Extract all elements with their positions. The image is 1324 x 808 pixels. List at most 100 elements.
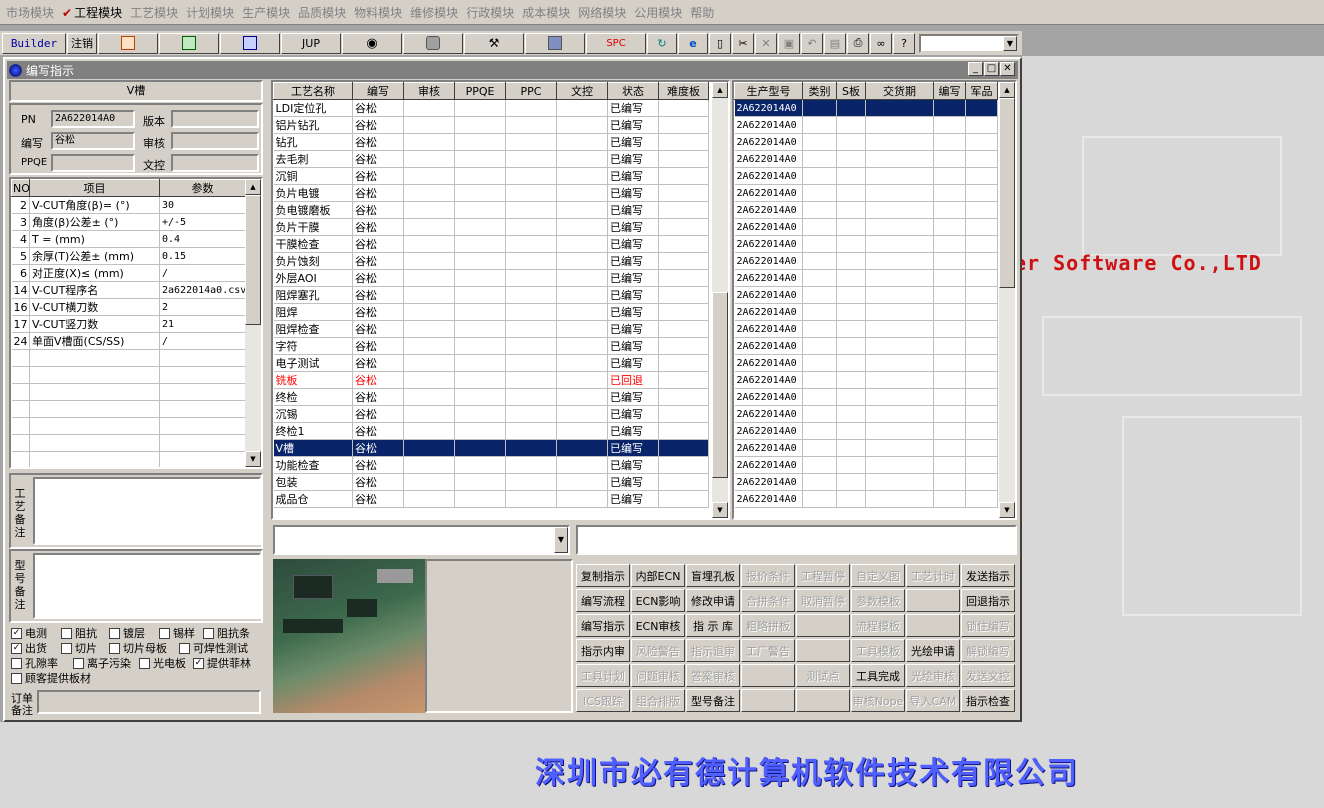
action-button[interactable] <box>796 689 850 712</box>
doc-control-field[interactable] <box>171 154 259 172</box>
param-value[interactable]: / <box>159 264 246 282</box>
column-header[interactable]: S板 <box>836 82 866 100</box>
jup-button[interactable]: JUP <box>281 32 341 54</box>
scroll-up-icon[interactable]: ▲ <box>245 179 261 195</box>
action-button[interactable]: ECN影响 <box>631 589 685 612</box>
checkbox-empty-icon[interactable] <box>73 657 84 669</box>
action-button[interactable]: 粗略拼板 <box>741 614 795 637</box>
action-button[interactable]: ICS跟踪 <box>576 689 630 712</box>
print-button[interactable]: ⎙ <box>847 32 869 54</box>
review-field[interactable] <box>171 132 259 150</box>
table-row[interactable]: 14 V-CUT程序名 2a622014a0.csv <box>11 281 246 299</box>
menu-item[interactable]: 成本模块 <box>520 4 576 21</box>
version-field[interactable] <box>171 110 259 128</box>
action-button[interactable]: 答案审核 <box>686 664 740 687</box>
params-scrollbar[interactable]: ▲ ▼ <box>245 179 261 467</box>
action-button[interactable]: 导入CAM <box>906 689 960 712</box>
checkbox-empty-icon[interactable] <box>139 657 150 669</box>
checkbox-empty-icon[interactable] <box>109 627 120 639</box>
menu-item[interactable]: 物料模块 <box>352 4 408 21</box>
table-row[interactable]: 2A622014A0 <box>734 371 998 389</box>
writer-field[interactable]: 谷松 <box>51 132 135 150</box>
table-row[interactable]: 2A622014A0 <box>734 354 998 372</box>
action-button[interactable]: 解锁编写 <box>961 639 1015 662</box>
table-row[interactable]: 2A622014A0 <box>734 405 998 423</box>
option-checkbox[interactable]: ✓ 提供菲林 <box>193 655 251 671</box>
minimize-button[interactable]: _ <box>968 62 983 76</box>
option-checkbox[interactable]: 阻抗 <box>61 625 97 641</box>
table-row[interactable]: 2A622014A0 <box>734 422 998 440</box>
checkbox-empty-icon[interactable] <box>179 642 190 654</box>
close-button[interactable]: ✕ <box>1000 62 1015 76</box>
action-button[interactable]: 流程模板 <box>851 614 905 637</box>
table-row[interactable]: 2A622014A0 <box>734 456 998 474</box>
column-header[interactable]: 状态 <box>607 82 659 100</box>
action-button[interactable]: 工厂警告 <box>741 639 795 662</box>
table-row[interactable]: 外层AOI 谷松 已编写 <box>273 269 709 287</box>
action-button[interactable]: 工具计划 <box>576 664 630 687</box>
action-button[interactable]: 盲埋孔板 <box>686 564 740 587</box>
process-scrollbar[interactable]: ▲ ▼ <box>712 82 728 518</box>
column-header[interactable]: 编写 <box>352 82 404 100</box>
process-note-field[interactable] <box>33 477 261 545</box>
checkbox-empty-icon[interactable] <box>109 642 120 654</box>
action-button[interactable]: 指示内审 <box>576 639 630 662</box>
action-button[interactable]: 参数模板 <box>851 589 905 612</box>
delete-button[interactable]: ✕ <box>755 32 777 54</box>
chevron-down-icon[interactable]: ▼ <box>1003 35 1017 51</box>
table-row[interactable]: 5 余厚(T)公差± (mm) 0.15 <box>11 247 246 265</box>
logout-button[interactable]: 注销 <box>67 32 97 54</box>
action-button[interactable]: 工具完成 <box>851 664 905 687</box>
action-button[interactable]: 编写流程 <box>576 589 630 612</box>
scroll-thumb[interactable] <box>999 98 1015 288</box>
toolbar-combo[interactable]: ▼ <box>919 33 1019 53</box>
table-row[interactable]: 负片干膜 谷松 已编写 <box>273 218 709 236</box>
action-button[interactable]: 光绘申请 <box>906 639 960 662</box>
param-value[interactable]: +/-5 <box>159 213 246 231</box>
table-row[interactable]: 终检1 谷松 已编写 <box>273 422 709 440</box>
model-scrollbar[interactable]: ▲ ▼ <box>999 82 1015 518</box>
help-button[interactable]: ? <box>893 32 915 54</box>
new-button[interactable]: ▯ <box>709 32 731 54</box>
column-header[interactable]: 工艺名称 <box>273 82 353 100</box>
table-row[interactable]: 24 单面V槽面(CS/SS) / <box>11 332 246 350</box>
table-row[interactable]: 2A622014A0 <box>734 286 998 304</box>
view-button[interactable]: ◉ <box>342 32 402 54</box>
scroll-down-icon[interactable]: ▼ <box>712 502 728 518</box>
column-header[interactable]: PPC <box>505 82 557 100</box>
param-value[interactable]: 0.4 <box>159 230 246 248</box>
table-row[interactable]: 阻焊检查 谷松 已编写 <box>273 320 709 338</box>
column-header[interactable]: 交货期 <box>865 82 934 100</box>
action-button[interactable]: 指示检查 <box>961 689 1015 712</box>
checkbox-empty-icon[interactable] <box>11 672 22 684</box>
action-button[interactable]: 风险警告 <box>631 639 685 662</box>
option-checkbox[interactable]: 镀层 <box>109 625 145 641</box>
table-row[interactable]: 2A622014A0 <box>734 116 998 134</box>
option-checkbox[interactable]: 可焊性测试 <box>179 640 248 656</box>
action-button[interactable] <box>906 614 960 637</box>
param-value[interactable]: 2a622014a0.csv <box>159 281 246 299</box>
column-header[interactable]: 参数 <box>159 179 246 197</box>
table-row[interactable]: 终检 谷松 已编写 <box>273 388 709 406</box>
table-row[interactable]: 2A622014A0 <box>734 473 998 491</box>
find-button[interactable]: ∞ <box>870 32 892 54</box>
table-row[interactable]: 铣板 谷松 已回退 <box>273 371 709 389</box>
table-row[interactable]: 2A622014A0 <box>734 439 998 457</box>
action-button[interactable] <box>906 589 960 612</box>
cut-button[interactable]: ✂ <box>732 32 754 54</box>
table-row[interactable]: 2A622014A0 <box>734 388 998 406</box>
action-button[interactable]: 审核Nope <box>851 689 905 712</box>
table-row[interactable]: V槽 谷松 已编写 <box>273 439 709 457</box>
table-row[interactable]: 阻焊 谷松 已编写 <box>273 303 709 321</box>
param-value[interactable]: 21 <box>159 315 246 333</box>
table-row[interactable]: 电子测试 谷松 已编写 <box>273 354 709 372</box>
table-row[interactable]: 成品仓 谷松 已编写 <box>273 490 709 508</box>
option-checkbox[interactable]: ✓ 出货 <box>11 640 47 656</box>
computer-button[interactable] <box>525 32 585 54</box>
menu-item[interactable]: 帮助 <box>688 4 720 21</box>
option-checkbox[interactable]: 光电板 <box>139 655 186 671</box>
table-row[interactable]: 16 V-CUT横刀数 2 <box>11 298 246 316</box>
save-button[interactable]: ▣ <box>778 32 800 54</box>
action-button[interactable]: 自定义图 <box>851 564 905 587</box>
option-checkbox[interactable]: 阻抗条 <box>203 625 250 641</box>
